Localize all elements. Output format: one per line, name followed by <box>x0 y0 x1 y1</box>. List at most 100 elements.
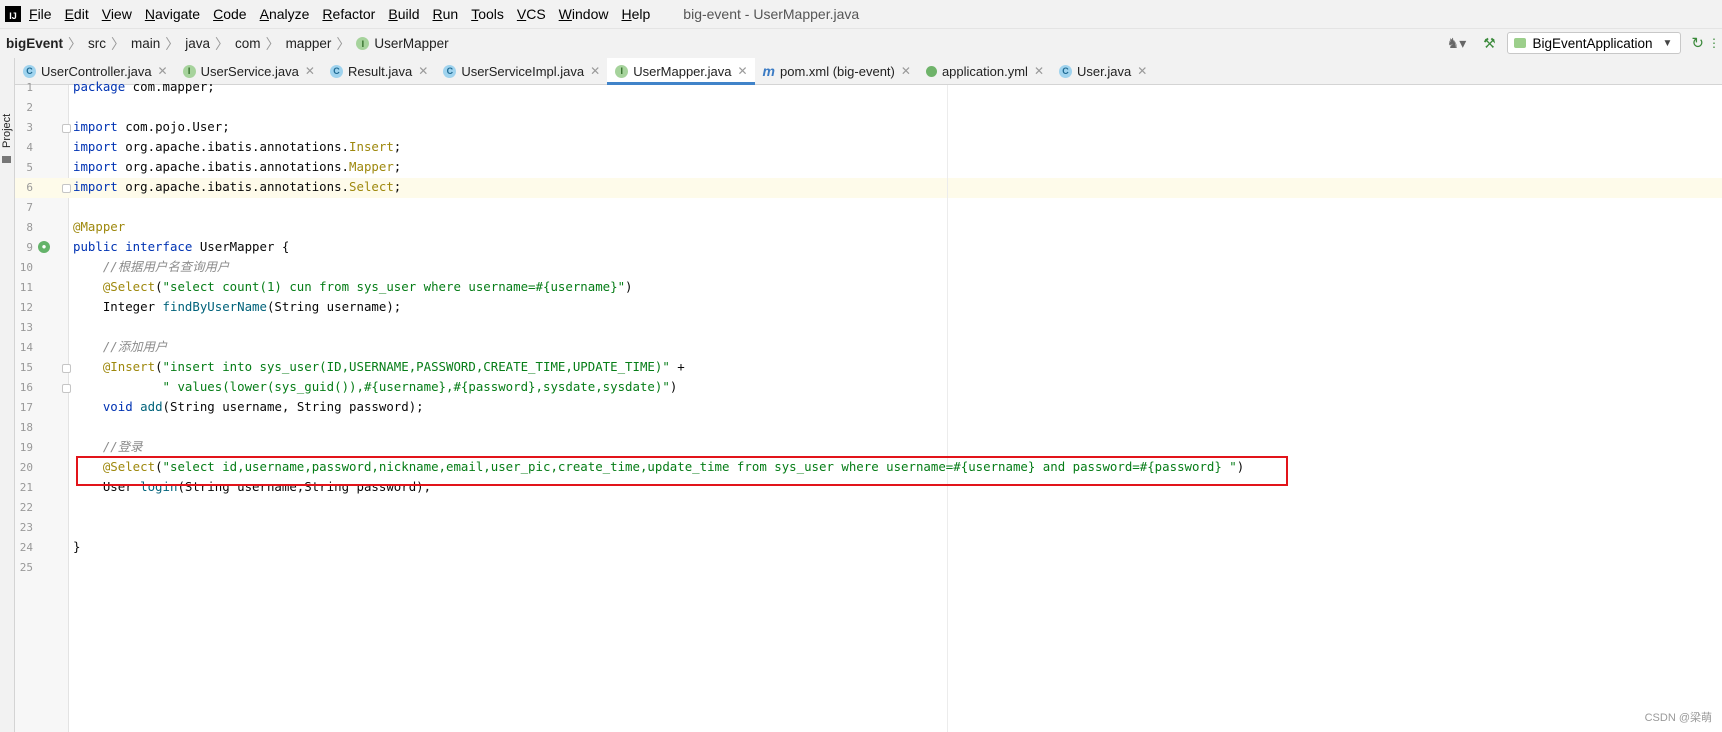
line-number: 1 <box>26 81 33 94</box>
line-number: 2 <box>26 101 33 114</box>
close-icon[interactable]: ✕ <box>418 64 428 78</box>
menu-analyze[interactable]: Analyze <box>260 6 310 22</box>
close-icon[interactable]: ✕ <box>590 64 600 78</box>
menu-file[interactable]: File <box>29 6 52 22</box>
tab-application-yml[interactable]: application.yml ✕ <box>918 58 1051 84</box>
tab-user[interactable]: C User.java ✕ <box>1051 58 1154 84</box>
code-line-24: } <box>73 539 81 554</box>
menu-bar: IJ File Edit View Navigate Code Analyze … <box>0 0 1722 28</box>
code-line-12: Integer findByUserName(String username); <box>73 299 402 314</box>
right-margin-guide <box>947 85 948 732</box>
line-number: 20 <box>19 461 33 474</box>
watermark: CSDN @梁萌 <box>1644 712 1712 724</box>
line-number: 9 <box>26 241 33 254</box>
line-number: 12 <box>19 301 33 314</box>
code-line-15: @Insert("insert into sys_user(ID,USERNAM… <box>102 359 685 374</box>
class-icon: C <box>329 64 343 78</box>
breadcrumb-mapper[interactable]: mapper <box>286 36 332 51</box>
close-icon[interactable]: ✕ <box>901 64 911 78</box>
line-number: 6 <box>26 181 33 194</box>
line-number: 10 <box>19 261 33 274</box>
menu-help[interactable]: Help <box>621 6 650 22</box>
line-number: 17 <box>19 401 33 414</box>
tab-user-service-impl[interactable]: C UserServiceImpl.java ✕ <box>435 58 607 84</box>
line-number: 23 <box>19 521 33 534</box>
annotation-highlight-box <box>76 456 1288 486</box>
breadcrumb-file-label: UserMapper <box>374 36 449 51</box>
tab-label: Result.java <box>347 63 413 79</box>
navigation-bar: bigEvent 〉 src 〉 main 〉 java 〉 com 〉 map… <box>0 28 1722 59</box>
code-line-4: import org.apache.ibatis.annotations.Ins… <box>73 139 402 154</box>
close-icon[interactable]: ✕ <box>737 64 747 78</box>
line-number: 25 <box>19 561 33 574</box>
menu-code[interactable]: Code <box>213 6 246 22</box>
fold-marker-icon[interactable] <box>62 384 71 393</box>
run-configuration-select[interactable]: BigEventApplication ▼ <box>1507 32 1682 54</box>
interface-icon: I <box>615 64 629 78</box>
close-icon[interactable]: ✕ <box>1034 64 1044 78</box>
tab-result[interactable]: C Result.java ✕ <box>322 58 435 84</box>
maven-icon: m <box>762 63 775 79</box>
close-icon[interactable]: ✕ <box>305 64 315 78</box>
breadcrumb-java[interactable]: java <box>185 36 210 51</box>
line-number: 16 <box>19 381 33 394</box>
chevron-down-icon: ▼ <box>1662 37 1673 49</box>
run-configuration-label: BigEventApplication <box>1532 35 1653 51</box>
menu-vcs[interactable]: VCS <box>517 6 546 22</box>
menu-refactor[interactable]: Refactor <box>322 6 375 22</box>
menu-window[interactable]: Window <box>559 6 609 22</box>
implementation-gutter-icon[interactable]: ● <box>38 241 50 253</box>
project-tool-window-button[interactable]: Project <box>1 114 13 148</box>
yml-icon <box>925 65 937 77</box>
line-number: 15 <box>19 361 33 374</box>
line-number: 7 <box>26 201 33 214</box>
breadcrumb-file[interactable]: I UserMapper <box>356 36 449 51</box>
class-icon: C <box>1059 64 1072 78</box>
menu-edit[interactable]: Edit <box>65 6 89 22</box>
tab-label: UserService.java <box>200 63 299 79</box>
code-line-1: package com.mapper; <box>73 79 215 94</box>
code-line-9: public interface UserMapper { <box>73 239 290 254</box>
code-line-5: import org.apache.ibatis.annotations.Map… <box>73 159 402 174</box>
line-number: 24 <box>19 541 33 554</box>
line-number: 8 <box>26 221 33 234</box>
chevron-right-icon: 〉 <box>165 35 180 52</box>
line-number: 19 <box>19 441 33 454</box>
line-number: 4 <box>26 141 33 154</box>
code-line-14: //添加用户 <box>73 339 168 354</box>
hammer-icon[interactable]: ⚒ <box>1479 35 1499 52</box>
chevron-right-icon: 〉 <box>336 35 351 52</box>
menu-build[interactable]: Build <box>388 6 419 22</box>
tab-user-mapper[interactable]: I UserMapper.java ✕ <box>607 58 755 85</box>
tab-label: UserServiceImpl.java <box>461 63 585 79</box>
breadcrumb-src[interactable]: src <box>88 36 106 51</box>
chevron-right-icon: 〉 <box>68 35 83 52</box>
menu-run[interactable]: Run <box>432 6 458 22</box>
more-icon[interactable]: ⋮ <box>1708 36 1720 50</box>
editor-tabs: C UserController.java ✕ I UserService.ja… <box>15 58 1722 85</box>
intellij-logo-icon[interactable]: IJ <box>5 6 21 22</box>
close-icon[interactable]: ✕ <box>158 64 168 78</box>
chevron-right-icon: 〉 <box>265 35 280 52</box>
user-icon[interactable]: ♞▾ <box>1445 35 1467 52</box>
code-line-17: void add(String username, String passwor… <box>102 399 424 414</box>
line-number: 5 <box>26 161 33 174</box>
menu-tools[interactable]: Tools <box>471 6 504 22</box>
fold-marker-icon[interactable] <box>62 124 71 133</box>
close-icon[interactable]: ✕ <box>1137 64 1147 78</box>
breadcrumb-main[interactable]: main <box>131 36 160 51</box>
breadcrumb-project[interactable]: bigEvent <box>6 36 63 51</box>
fold-marker-icon[interactable] <box>62 364 71 373</box>
menu-navigate[interactable]: Navigate <box>145 6 200 22</box>
rerun-icon[interactable]: ↻ <box>1691 34 1704 52</box>
toolbar-right: ♞▾ ⚒ BigEventApplication ▼ ↻ ⋮ <box>1445 29 1722 57</box>
breadcrumb-com[interactable]: com <box>235 36 261 51</box>
code-line-11: @Select("select count(1) cun from sys_us… <box>102 279 633 294</box>
code-line-6: import org.apache.ibatis.annotations.Sel… <box>73 179 402 194</box>
line-number: 22 <box>19 501 33 514</box>
interface-icon: I <box>182 64 196 78</box>
tab-pom[interactable]: m pom.xml (big-event) ✕ <box>755 58 918 84</box>
menu-view[interactable]: View <box>102 6 132 22</box>
fold-marker-icon[interactable] <box>62 184 71 193</box>
folder-icon[interactable] <box>2 156 11 163</box>
